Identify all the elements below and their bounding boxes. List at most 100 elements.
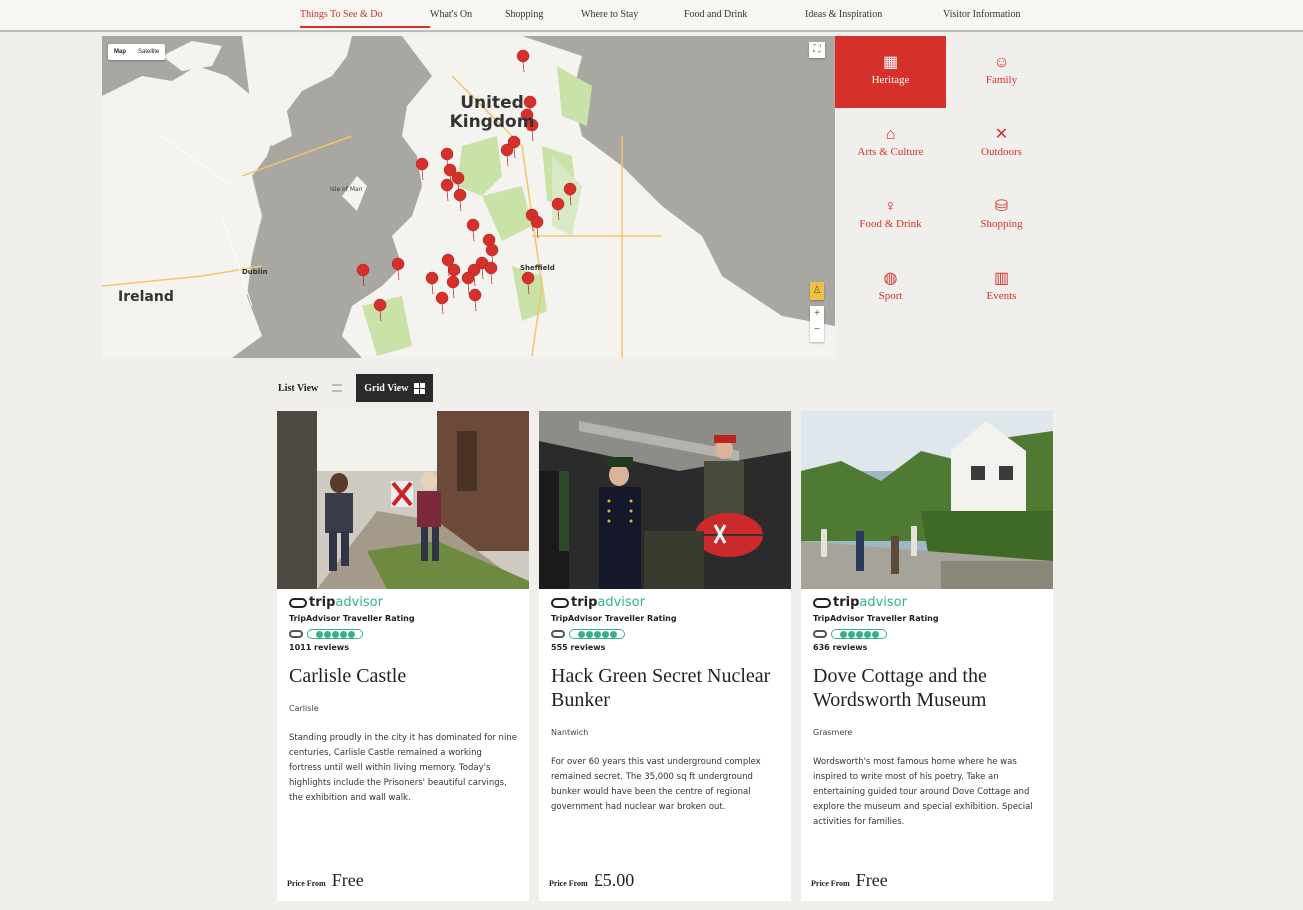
card-body: trip advisor TripAdvisor Traveller Rating… [801,589,1053,830]
map-label-isle-of-man: Isle of Man [330,186,363,193]
card-price: Price From £5.00 [549,870,634,891]
nav-where-to-stay[interactable]: Where to Stay [581,9,684,20]
map-canvas [102,36,835,358]
nav-things-to-see[interactable]: Things To See & Do [300,9,430,28]
attraction-card[interactable]: trip advisor TripAdvisor Traveller Rating… [801,411,1053,901]
tripadvisor-brand-trip: trip [833,595,860,610]
view-toggle: List View Grid View [270,374,434,402]
category-sport[interactable]: ◍ Sport [835,252,946,324]
nav-whats-on[interactable]: What's On [430,9,505,20]
category-arts-culture[interactable]: ⌂ Arts & Culture [835,108,946,180]
top-nav: Things To See & Do What's On Shopping Wh… [0,0,1303,32]
rating-bubbles [289,629,517,639]
category-label: Outdoors [981,146,1022,158]
price-from-label: Price From [811,879,850,888]
list-view-button[interactable]: List View [270,374,350,402]
list-view-label: List View [278,382,319,394]
card-title[interactable]: Carlisle Castle [289,664,517,688]
card-photo [539,411,791,589]
review-count[interactable]: 1011 reviews [289,643,517,652]
grid-view-label: Grid View [364,382,409,394]
tripadvisor-brand-trip: trip [571,595,598,610]
card-location: Nantwich [551,728,589,737]
museum-icon: ⌂ [885,126,896,143]
category-heritage[interactable]: ▦ Heritage [835,36,946,108]
calendar-icon: ▥ [993,270,1010,287]
rating-bubbles [813,629,1041,639]
category-family[interactable]: ☺ Family [946,36,1057,108]
card-title[interactable]: Dove Cottage and the Wordsworth Museum [813,664,1041,712]
glass-icon: ♀ [884,198,897,215]
building-icon: ▦ [882,54,899,71]
category-food-drink[interactable]: ♀ Food & Drink [835,180,946,252]
map-label-ireland: Ireland [118,289,174,305]
zoom-in-button[interactable]: + [810,306,824,322]
map-type-satellite-button[interactable]: Satellite [132,49,165,55]
card-price: Price From Free [811,870,888,891]
tripadvisor-owl-icon [813,597,831,608]
nav-food-and-drink[interactable]: Food and Drink [684,9,805,20]
tripadvisor-owl-icon [289,597,307,608]
map-label-united-kingdom: United Kingdom [449,93,535,132]
card-description: For over 60 years this vast underground … [551,757,761,812]
tripadvisor-rating-label: TripAdvisor Traveller Rating [289,614,415,623]
map-label-sheffield: Sheffield [520,264,555,272]
bubble-rating-icon [307,629,363,639]
grid-view-button[interactable]: Grid View [356,374,434,402]
price-from-label: Price From [549,879,588,888]
category-label: Arts & Culture [857,146,924,158]
bubble-rating-icon [569,629,625,639]
card-body: trip advisor TripAdvisor Traveller Rating… [539,589,791,815]
card-location: Carlisle [289,704,319,713]
category-label: Food & Drink [859,218,922,230]
nav-ideas-inspiration[interactable]: Ideas & Inspiration [805,9,943,20]
top-nav-items: Things To See & Do What's On Shopping Wh… [300,9,1020,28]
tripadvisor-rating-label: TripAdvisor Traveller Rating [551,614,677,623]
attraction-card[interactable]: trip advisor TripAdvisor Traveller Rating… [539,411,791,901]
attractions-map[interactable]: Map Satellite United Kingdom Ireland Isl… [102,36,835,358]
review-count[interactable]: 555 reviews [551,643,779,652]
bag-icon: ⛁ [994,198,1009,215]
card-description: Standing proudly in the city it has domi… [289,733,517,803]
map-type-map-button[interactable]: Map [108,49,132,55]
tripadvisor-owl-icon [551,597,569,608]
tripadvisor-owl-icon [813,630,827,638]
card-price: Price From Free [287,870,364,891]
tripadvisor-brand-advisor: advisor [859,595,907,610]
zoom-controls: + − [810,306,824,342]
tripadvisor-brand-advisor: advisor [335,595,383,610]
outdoors-icon: ✕ [994,126,1009,143]
ball-icon: ◍ [883,270,898,287]
category-label: Sport [878,290,903,302]
list-icon [332,384,343,392]
zoom-out-button[interactable]: − [810,322,824,338]
rating-bubbles [551,629,779,639]
tripadvisor-owl-icon [551,630,565,638]
attraction-card[interactable]: trip advisor TripAdvisor Traveller Rating… [277,411,529,901]
price-from-label: Price From [287,879,326,888]
nav-visitor-information[interactable]: Visitor Information [943,9,1020,20]
category-filter: ▦ Heritage ☺ Family ⌂ Arts & Culture ✕ O… [835,36,1057,358]
category-shopping[interactable]: ⛁ Shopping [946,180,1057,252]
map-label-dublin: Dublin [242,268,268,276]
card-location: Grasmere [813,728,853,737]
price-value: Free [855,870,888,890]
family-icon: ☺ [993,54,1010,71]
category-label: Shopping [980,218,1023,230]
tripadvisor-rating-label: TripAdvisor Traveller Rating [813,614,939,623]
category-label: Family [985,74,1018,86]
category-outdoors[interactable]: ✕ Outdoors [946,108,1057,180]
tripadvisor-logo: trip advisor [813,595,1041,610]
nav-shopping[interactable]: Shopping [505,9,581,20]
category-events[interactable]: ▥ Events [946,252,1057,324]
map-type-toggle: Map Satellite [108,44,166,60]
category-label: Heritage [871,74,910,86]
card-title[interactable]: Hack Green Secret Nuclear Bunker [551,664,779,712]
card-description: Wordsworth's most famous home where he w… [813,757,1033,827]
bubble-rating-icon [831,629,887,639]
fullscreen-icon[interactable]: ⛶ [809,42,825,58]
price-value: Free [331,870,364,890]
review-count[interactable]: 636 reviews [813,643,1041,652]
grid-icon [414,382,426,394]
pegman-icon[interactable]: ♙ [810,282,824,300]
